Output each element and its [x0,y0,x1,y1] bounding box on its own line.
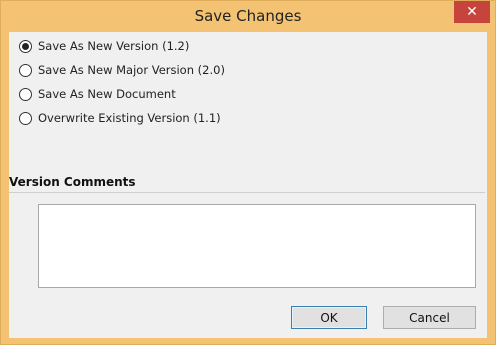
close-button[interactable]: ✕ [454,1,490,23]
option-label: Overwrite Existing Version (1.1) [38,111,221,125]
radio-button[interactable] [19,111,32,125]
title-bar[interactable]: Save Changes ✕ [1,1,495,32]
option-label: Save As New Major Version (2.0) [38,63,225,77]
close-icon: ✕ [466,4,478,20]
option-label: Save As New Document [38,87,176,101]
radio-button[interactable] [19,87,32,101]
option-save-new-version[interactable]: Save As New Version (1.2) [19,37,189,55]
option-label: Save As New Version (1.2) [38,39,190,53]
dialog-title: Save Changes [194,7,302,25]
ok-button[interactable]: OK [291,306,367,329]
radio-button-checked[interactable] [19,39,32,53]
cancel-button[interactable]: Cancel [383,306,476,329]
save-changes-dialog: Save Changes ✕ Save As New Version (1.2)… [0,0,496,345]
section-divider [9,192,485,193]
option-overwrite-existing-version[interactable]: Overwrite Existing Version (1.1) [19,109,221,127]
option-save-new-major-version[interactable]: Save As New Major Version (2.0) [19,61,225,79]
version-comments-input[interactable] [38,204,476,288]
dialog-body: Save As New Version (1.2) Save As New Ma… [9,32,487,338]
version-comments-label: Version Comments [9,175,136,189]
option-save-new-document[interactable]: Save As New Document [19,85,176,103]
radio-button[interactable] [19,63,32,77]
